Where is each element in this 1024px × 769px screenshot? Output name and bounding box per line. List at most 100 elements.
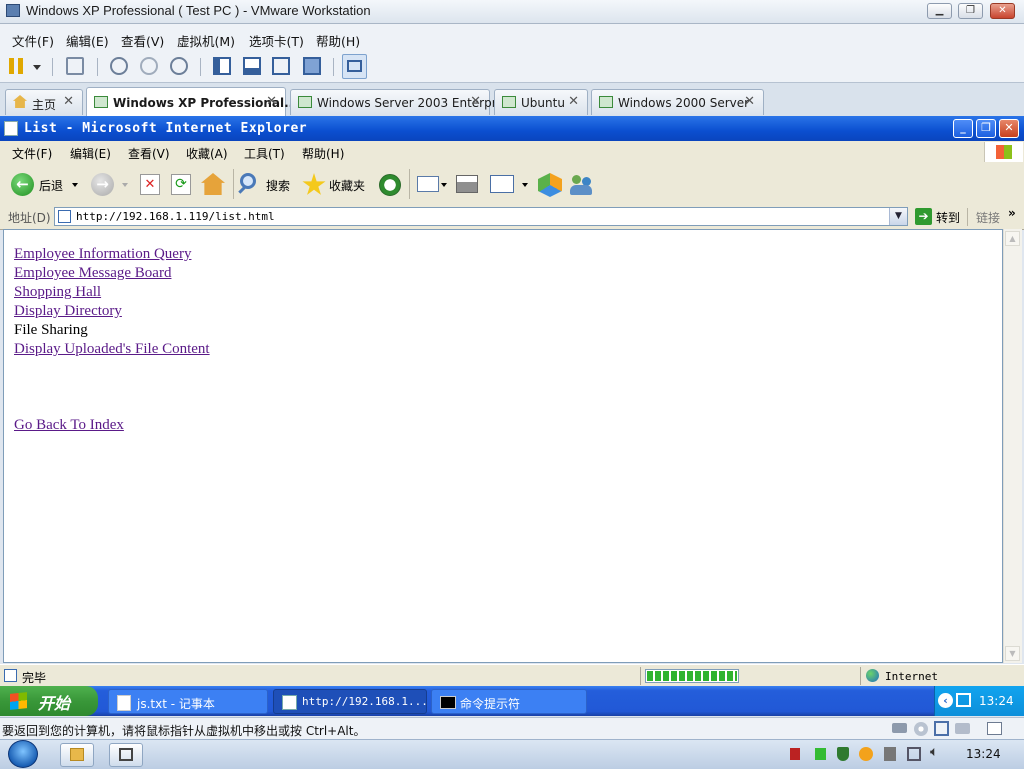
menu-view[interactable]: 查看(V) (128, 145, 170, 162)
address-dropdown-button[interactable]: ▼ (889, 208, 907, 225)
discuss-icon[interactable] (538, 173, 562, 197)
menu-vm[interactable]: 虚拟机(M) (177, 31, 235, 50)
network-icon[interactable] (907, 747, 921, 761)
link-file-sharing[interactable]: File Sharing (14, 322, 88, 339)
network-icon[interactable] (66, 57, 84, 75)
close-icon[interactable]: ✕ (470, 94, 481, 109)
taskbar-item-ie[interactable]: http://192.168.1... (273, 689, 428, 714)
link-shopping-hall[interactable]: Shopping Hall (14, 284, 101, 301)
stop-icon[interactable]: ✕ (140, 174, 160, 195)
refresh-icon[interactable]: ⟳ (171, 174, 191, 195)
explorer-icon[interactable] (60, 743, 94, 767)
chevron-left-icon[interactable]: ‹ (938, 693, 953, 708)
ie-status-bar: 完毕 Internet (0, 664, 1024, 687)
hint-text: 要返回到您的计算机，请将鼠标指针从虚拟机中移出或按 Ctrl+Alt。 (2, 724, 366, 738)
menu-file[interactable]: 文件(F) (12, 145, 52, 162)
page-icon (58, 210, 71, 223)
tray-icon-1[interactable] (790, 748, 800, 760)
link-display-uploaded-file-content[interactable]: Display Uploaded's File Content (14, 341, 210, 358)
tab-ubuntu[interactable]: Ubuntu ✕ (494, 89, 588, 115)
tray-icon-2[interactable] (815, 748, 826, 760)
chevron-down-icon[interactable] (522, 183, 528, 187)
close-icon[interactable]: ✕ (63, 94, 74, 109)
history-icon[interactable] (379, 174, 401, 196)
tab-windows-server-2003[interactable]: Windows Server 2003 Enterpr... ✕ (290, 89, 507, 115)
taskbar-item-notepad[interactable]: js.txt - 记事本 (108, 689, 268, 714)
tab-windows-2000[interactable]: Windows 2000 Server ✕ (591, 89, 764, 115)
maximize-button[interactable]: ❐ (958, 3, 983, 19)
link-employee-information-query[interactable]: Employee Information Query (14, 246, 191, 263)
menu-view[interactable]: 查看(V) (121, 31, 164, 50)
chevron-down-icon[interactable] (441, 183, 447, 187)
tray-icon-4[interactable] (884, 747, 896, 761)
back-label[interactable]: 后退 (39, 177, 63, 194)
link-display-directory[interactable]: Display Directory (14, 303, 122, 320)
tab-windows-xp[interactable]: Windows XP Professional... ✕ (86, 87, 298, 116)
menu-help[interactable]: 帮助(H) (302, 145, 344, 162)
hard-disk-icon[interactable] (892, 723, 907, 733)
minimize-button[interactable]: _ (953, 119, 973, 138)
print-icon[interactable] (456, 175, 478, 193)
vm-icon (94, 96, 108, 108)
link-employee-message-board[interactable]: Employee Message Board (14, 265, 171, 282)
mail-icon[interactable] (417, 176, 439, 192)
console-view-icon[interactable] (342, 54, 367, 79)
unity-icon[interactable] (303, 57, 321, 75)
link-go-back-to-index[interactable]: Go Back To Index (14, 417, 124, 434)
usb-icon[interactable] (955, 723, 970, 734)
menu-edit[interactable]: 编辑(E) (70, 145, 111, 162)
show-library-icon[interactable] (213, 57, 231, 75)
go-arrow-icon[interactable]: ➔ (915, 208, 932, 225)
vmware-workstation-icon[interactable] (109, 743, 143, 767)
taskbar-item-cmd[interactable]: 命令提示符 (431, 689, 587, 714)
message-log-icon[interactable] (987, 722, 1002, 735)
favorites-star-icon[interactable] (302, 173, 326, 195)
links-label[interactable]: 链接 (976, 209, 1000, 226)
close-icon[interactable]: ✕ (744, 94, 755, 109)
tray-icon-3[interactable] (859, 747, 873, 761)
menu-file[interactable]: 文件(F) (12, 31, 54, 50)
thumbnail-bar-icon[interactable] (243, 57, 261, 75)
full-screen-icon[interactable] (272, 57, 290, 75)
close-icon[interactable]: ✕ (568, 94, 579, 109)
network-adapter-icon[interactable] (934, 721, 949, 736)
vertical-scrollbar[interactable]: ▲ ▼ (1003, 229, 1022, 663)
snapshot-icon[interactable] (110, 57, 128, 75)
search-label[interactable]: 搜索 (266, 177, 290, 194)
tray-clock: 13:24 (979, 694, 1014, 708)
edit-icon[interactable] (490, 175, 514, 193)
close-button[interactable]: ✕ (999, 119, 1019, 138)
network-icon[interactable] (956, 693, 971, 707)
restore-button[interactable]: ❐ (976, 119, 996, 138)
pause-icon[interactable] (9, 58, 23, 74)
chevron-down-icon[interactable] (33, 65, 41, 70)
minimize-button[interactable]: ▁ (927, 3, 952, 19)
address-input[interactable]: http://192.168.1.119/list.html ▼ (54, 207, 908, 226)
cd-rom-icon[interactable] (914, 722, 928, 736)
revert-snapshot-icon[interactable] (140, 57, 158, 75)
tab-home[interactable]: 主页 ✕ (5, 89, 83, 115)
back-arrow-icon[interactable]: ← (11, 173, 34, 196)
close-icon[interactable]: ✕ (266, 94, 277, 109)
notepad-icon (117, 695, 131, 711)
menu-help[interactable]: 帮助(H) (316, 31, 360, 50)
go-button[interactable]: 转到 (936, 209, 960, 226)
favorites-label[interactable]: 收藏夹 (329, 177, 365, 194)
messenger-icon[interactable] (570, 173, 594, 197)
windows-orb-icon[interactable] (8, 740, 38, 768)
menu-tools[interactable]: 工具(T) (244, 145, 285, 162)
shield-icon[interactable] (837, 747, 849, 761)
volume-icon[interactable]: 🔈︎ (930, 744, 938, 760)
chevron-down-icon[interactable] (72, 183, 78, 187)
menu-edit[interactable]: 编辑(E) (66, 31, 109, 50)
start-button[interactable]: 开始 (0, 686, 98, 716)
snapshot-manager-icon[interactable] (170, 57, 188, 75)
menu-tabs[interactable]: 选项卡(T) (249, 31, 304, 50)
close-button[interactable]: ✕ (990, 3, 1015, 19)
home-icon[interactable] (201, 173, 225, 195)
chevron-right-icon[interactable]: » (1008, 206, 1016, 220)
scroll-up-button[interactable]: ▲ (1005, 231, 1020, 246)
menu-favorites[interactable]: 收藏(A) (186, 145, 228, 162)
status-divider (640, 667, 641, 685)
scroll-down-button[interactable]: ▼ (1005, 646, 1020, 661)
